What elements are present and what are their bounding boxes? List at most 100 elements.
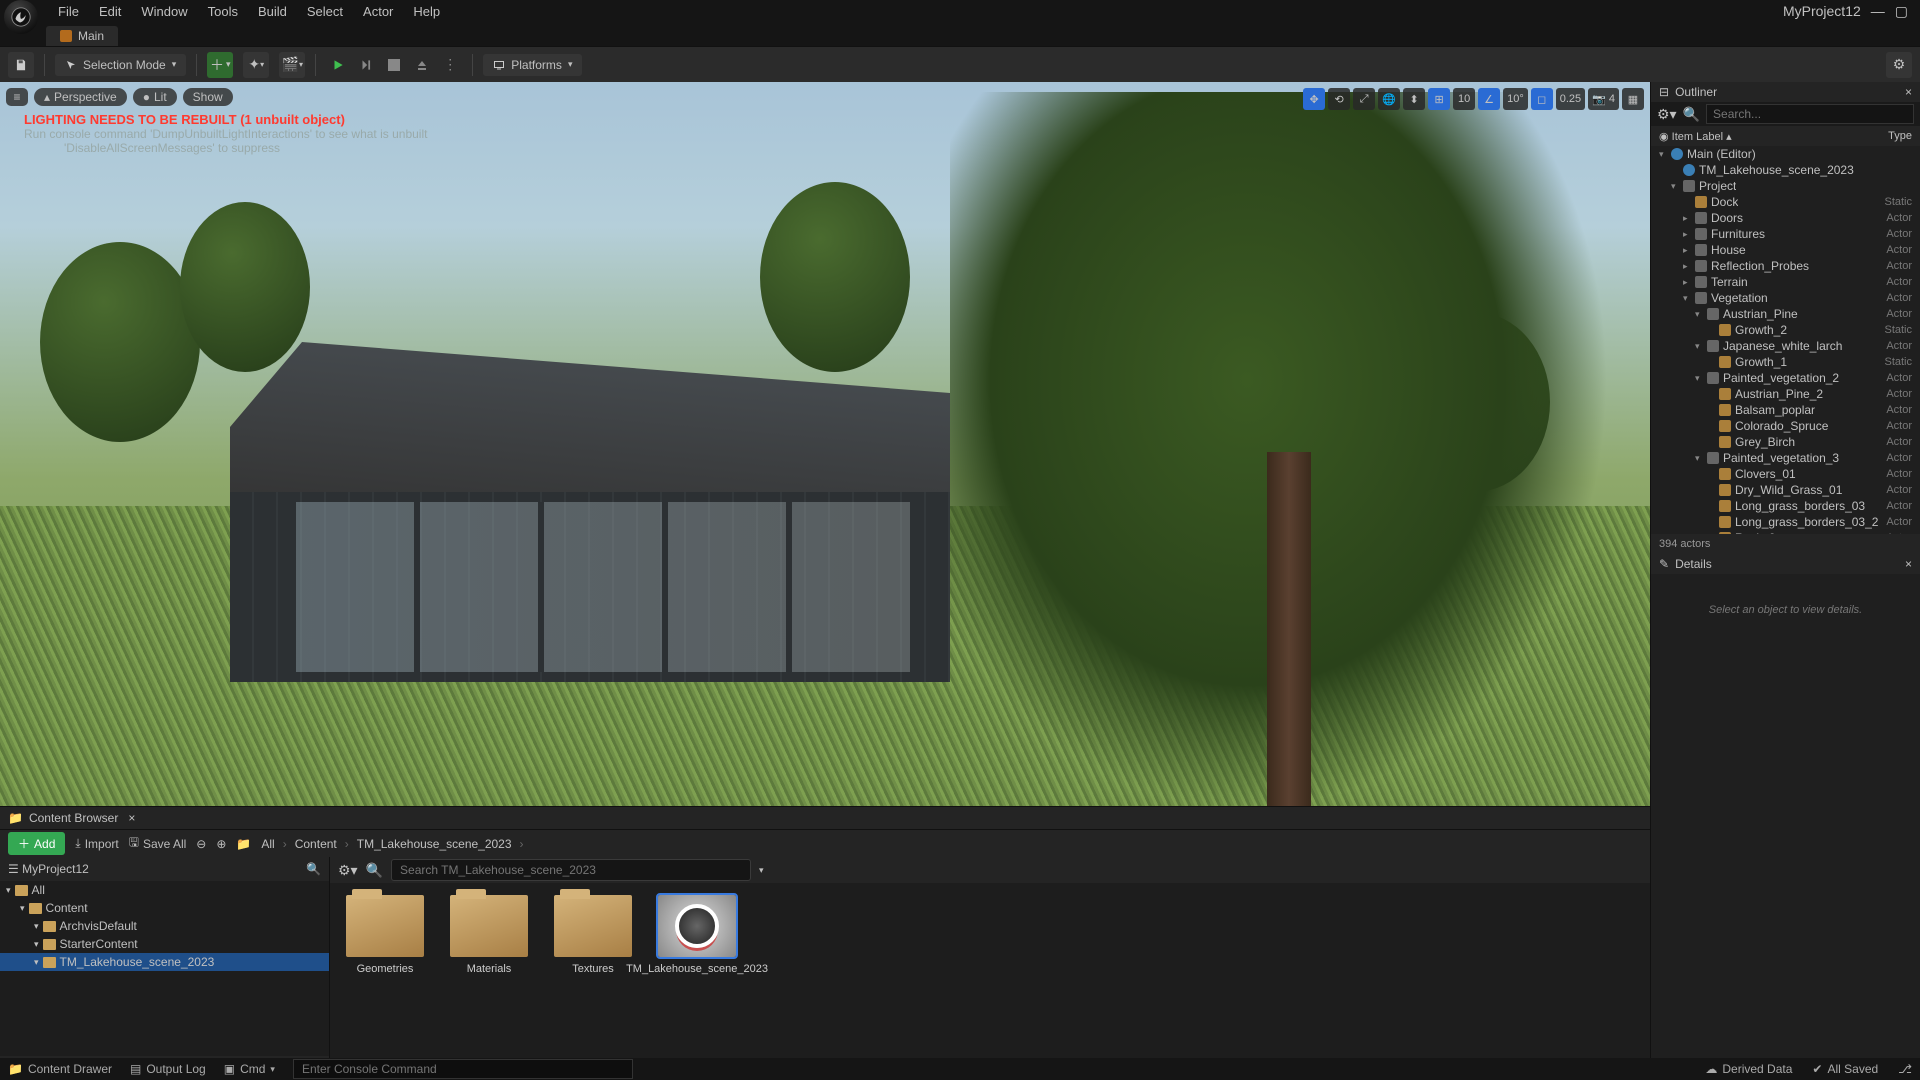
viewport-maximize-button[interactable]: ▦ [1622,88,1644,110]
filter-button[interactable]: ⚙▾ [338,862,358,879]
derived-data-button[interactable]: ☁ Derived Data [1705,1062,1792,1076]
outliner-row[interactable]: ▾Painted_vegetation_3Actor [1651,450,1920,466]
menu-edit[interactable]: Edit [89,2,131,21]
menu-help[interactable]: Help [403,2,450,21]
source-tree-item[interactable]: ▾ArchvisDefault [0,917,329,935]
selection-mode-dropdown[interactable]: Selection Mode ▾ [55,54,186,76]
asset-item[interactable]: TM_Lakehouse_scene_2023 [654,895,740,976]
outliner-row[interactable]: Growth_2Static [1651,322,1920,338]
transform-move-button[interactable]: ✥ [1303,88,1325,110]
unreal-logo-icon[interactable] [4,0,38,34]
grid-snap-toggle[interactable]: ⊞ [1428,88,1450,110]
outliner-row[interactable]: ▾Painted_vegetation_2Actor [1651,370,1920,386]
outliner-row[interactable]: ▸Reflection_ProbesActor [1651,258,1920,274]
history-back-button[interactable]: ⊖ [196,837,206,851]
source-control-button[interactable]: ✔ All Saved [1812,1062,1878,1076]
outliner-row[interactable]: ▸FurnituresActor [1651,226,1920,242]
menu-window[interactable]: Window [131,2,197,21]
play-button[interactable] [326,53,350,77]
asset-item[interactable]: Textures [550,895,636,976]
outliner-col-type[interactable]: Type [1888,130,1912,142]
scale-snap-toggle[interactable]: ◻ [1531,88,1553,110]
outliner-row[interactable]: ▸DoorsActor [1651,210,1920,226]
outliner-row[interactable]: Balsam_poplarActor [1651,402,1920,418]
stop-button[interactable] [382,53,406,77]
grid-snap-value[interactable]: 10 [1453,88,1475,110]
outliner-row[interactable]: ▾Main (Editor) [1651,146,1920,162]
menu-select[interactable]: Select [297,2,353,21]
skip-button[interactable] [354,53,378,77]
details-tab[interactable]: Details [1675,557,1712,571]
asset-item[interactable]: Geometries [342,895,428,976]
eject-button[interactable] [410,53,434,77]
outliner-row[interactable]: ▾Project [1651,178,1920,194]
outliner-row[interactable]: TM_Lakehouse_scene_2023 [1651,162,1920,178]
viewport[interactable]: ≡ ▴ Perspective ● Lit Show LIGHTING NEED… [0,82,1650,806]
outliner-row[interactable]: ▾VegetationActor [1651,290,1920,306]
outliner-row[interactable]: Colorado_SpruceActor [1651,418,1920,434]
viewport-lit-dropdown[interactable]: ● Lit [133,88,177,106]
outliner-row[interactable]: Austrian_Pine_2Actor [1651,386,1920,402]
platforms-dropdown[interactable]: Platforms ▾ [483,54,582,76]
close-icon[interactable]: × [1905,557,1912,571]
asset-item[interactable]: Materials [446,895,532,976]
history-fwd-button[interactable]: ⊕ [216,837,226,851]
transform-rotate-button[interactable]: ⟲ [1328,88,1350,110]
outliner-row[interactable]: Growth_1Static [1651,354,1920,370]
close-icon[interactable]: × [128,811,135,825]
source-tree-item[interactable]: ▾StarterContent [0,935,329,953]
camera-speed-button[interactable]: 📷 4 [1588,88,1619,110]
outliner-row[interactable]: Long_grass_borders_03_2Actor [1651,514,1920,530]
viewport-options-button[interactable]: ≡ [6,88,28,106]
content-drawer-button[interactable]: 📁 Content Drawer [8,1062,112,1076]
add-content-button[interactable]: ＋▾ [207,52,233,78]
viewport-show-dropdown[interactable]: Show [183,88,233,106]
asset-search-dropdown[interactable]: ▾ [759,865,764,876]
outliner-row[interactable]: Long_grass_borders_03Actor [1651,498,1920,514]
breadcrumb-item[interactable]: All [261,837,274,851]
outliner-row[interactable]: ▾Austrian_PineActor [1651,306,1920,322]
viewport-perspective-dropdown[interactable]: ▴ Perspective [34,88,127,106]
outliner-row[interactable]: ▾Japanese_white_larchActor [1651,338,1920,354]
breadcrumb-item[interactable]: TM_Lakehouse_scene_2023 [357,837,512,851]
output-log-button[interactable]: ▤ Output Log [130,1062,206,1076]
source-tree-item[interactable]: ▾All [0,881,329,899]
angle-snap-value[interactable]: 10° [1503,88,1528,110]
outliner-row[interactable]: ▸HouseActor [1651,242,1920,258]
console-input[interactable] [293,1059,633,1079]
angle-snap-toggle[interactable]: ∠ [1478,88,1500,110]
outliner-row[interactable]: DockStatic [1651,194,1920,210]
outliner-row[interactable]: Grey_BirchActor [1651,434,1920,450]
save-all-button[interactable]: 🖫 Save All [129,833,187,854]
source-tree-item[interactable]: ▾TM_Lakehouse_scene_2023 [0,953,329,971]
outliner-row[interactable]: Dry_Wild_Grass_01Actor [1651,482,1920,498]
add-button[interactable]: ＋Add [8,832,65,855]
save-button[interactable] [8,52,34,78]
surface-snap-button[interactable]: ⬍ [1403,88,1425,110]
source-tree-item[interactable]: ▾Content [0,899,329,917]
coordinate-space-button[interactable]: 🌐 [1378,88,1400,110]
source-tree-search-icon[interactable]: 🔍 [306,862,321,876]
outliner-row[interactable]: Clovers_01Actor [1651,466,1920,482]
import-button[interactable]: ⤓ Import [75,836,118,851]
revision-control-icon[interactable]: ⎇ [1898,1062,1912,1076]
menu-build[interactable]: Build [248,2,297,21]
outliner-row[interactable]: ▸TerrainActor [1651,274,1920,290]
settings-button[interactable]: ⚙ [1886,52,1912,78]
menu-tools[interactable]: Tools [198,2,248,21]
outliner-search-input[interactable] [1706,104,1914,124]
window-minimize-icon[interactable]: — [1871,3,1885,19]
filter-icon[interactable]: ⚙▾ [1657,106,1677,123]
cmd-dropdown[interactable]: ▣ Cmd ▾ [224,1062,275,1076]
blueprint-button[interactable]: ✦▾ [243,52,269,78]
outliner-col-label[interactable]: Item Label [1672,131,1723,143]
menu-actor[interactable]: Actor [353,2,403,21]
outliner-tab[interactable]: Outliner [1675,85,1717,99]
play-options-button[interactable]: ⋮ [438,53,462,77]
window-maximize-icon[interactable]: ▢ [1895,3,1908,20]
scale-snap-value[interactable]: 0.25 [1556,88,1585,110]
transform-scale-button[interactable]: ⤢ [1353,88,1375,110]
path-folder-icon[interactable]: 📁 [236,837,251,851]
cinematics-button[interactable]: 🎬▾ [279,52,305,78]
menu-file[interactable]: File [48,2,89,21]
